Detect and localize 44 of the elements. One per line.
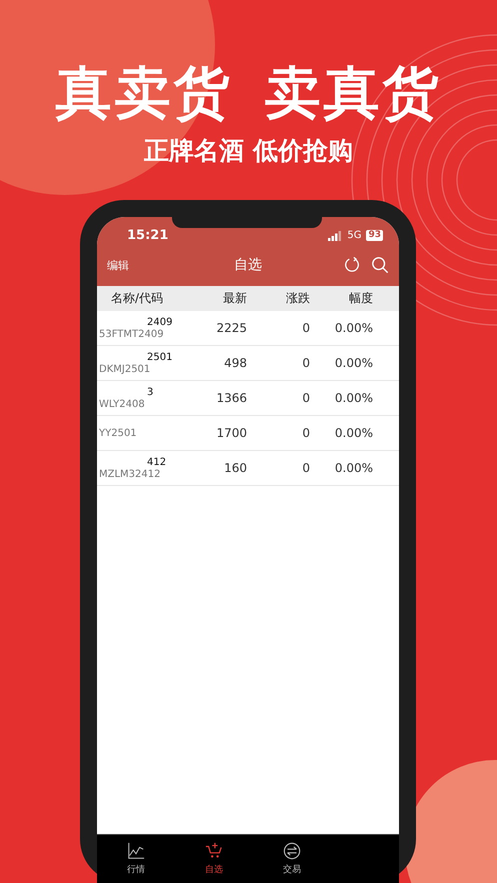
percent-cell-text: 0.00%	[334, 391, 373, 405]
product-code: YY2501	[99, 428, 137, 438]
column-header: 最新	[222, 290, 247, 307]
tab[interactable]: 行情	[97, 835, 175, 883]
product-code: 53FTMT2409	[99, 328, 164, 340]
product-code: DKMJ2501	[99, 364, 150, 374]
subtitle: 正牌名酒 低价抢购	[143, 136, 354, 166]
product-code: MZLM32412	[99, 468, 160, 480]
percent-cell-text: 0.00%	[334, 461, 373, 475]
signal-icon	[328, 230, 342, 240]
network-label: 5G	[347, 230, 362, 241]
edit-button[interactable]: 编辑	[107, 258, 129, 272]
search-icon[interactable]	[371, 256, 389, 274]
status-time: 15:21	[127, 228, 168, 243]
price-cell-text: 498	[223, 356, 247, 370]
tab[interactable]: 交易	[253, 835, 331, 883]
product-name: 3	[147, 386, 154, 398]
price-cell-text: 160	[223, 461, 247, 475]
change-cell-text: 0	[301, 391, 310, 405]
change-cell-text: 0	[301, 356, 310, 370]
price-cell-text: 1366	[215, 391, 247, 405]
nav-title: 自选	[234, 256, 262, 274]
refresh-icon[interactable]	[343, 256, 361, 274]
battery-level: 93	[366, 230, 383, 241]
chart-icon	[127, 842, 145, 860]
product-name: 2409	[147, 316, 172, 328]
price-cell-text: 1700	[215, 426, 247, 440]
swap-icon	[283, 842, 301, 860]
product-code: WLY2408	[99, 398, 145, 410]
column-header: 名称/代码	[110, 290, 164, 307]
price-cell-text: 2225	[215, 321, 247, 335]
change-cell-text: 0	[301, 426, 310, 440]
cart-icon	[205, 842, 223, 860]
percent-cell-text: 0.00%	[334, 321, 373, 335]
change-cell-text: 0	[301, 321, 310, 335]
tab[interactable]: 自选	[175, 835, 253, 883]
product-name: 2501	[147, 352, 172, 362]
product-name: 412	[147, 456, 166, 468]
percent-cell-text: 0.00%	[334, 426, 373, 440]
percent-cell-text: 0.00%	[334, 356, 373, 370]
headline: 真卖货 卖真货	[54, 62, 443, 126]
column-header: 幅度	[348, 290, 373, 307]
column-header: 涨跌	[285, 290, 310, 307]
change-cell-text: 0	[301, 461, 310, 475]
